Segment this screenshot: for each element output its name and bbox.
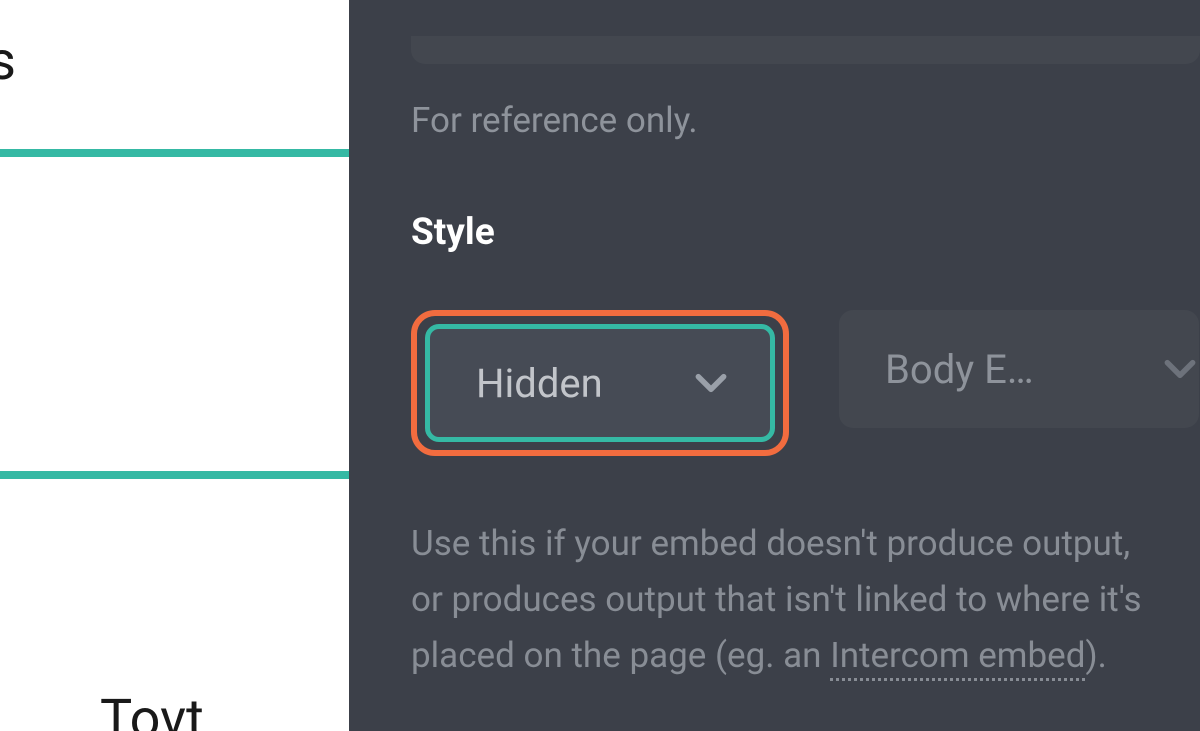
chevron-down-icon — [1161, 350, 1199, 388]
style-section-heading: Style — [411, 211, 1200, 254]
style-description-tail: ). — [1085, 635, 1106, 676]
sidebar-label-partial-bottom: Tovt — [100, 688, 204, 731]
style-description-underlined: Intercom embed — [830, 635, 1085, 681]
style-dropdown[interactable]: Hidden — [411, 310, 789, 456]
secondary-style-dropdown[interactable]: Body E… — [839, 310, 1199, 428]
reference-note: For reference only. — [411, 100, 1200, 141]
sidebar-label-partial-top: ts — [0, 30, 17, 93]
properties-panel: For reference only. Style Hidden Body E… — [349, 0, 1200, 731]
style-description: Use this if your embed doesn't produce o… — [411, 516, 1200, 684]
sidebar-fragment: ts Tovt — [0, 0, 349, 731]
style-dropdown-value: Hidden — [476, 360, 603, 407]
chevron-down-icon — [692, 364, 730, 402]
sidebar-divider-bottom — [0, 471, 349, 479]
style-dropdown-row: Hidden Body E… — [411, 310, 1200, 456]
previous-field-fragment — [411, 36, 1200, 64]
sidebar-divider-top — [0, 149, 349, 157]
secondary-style-dropdown-value: Body E… — [885, 346, 1034, 393]
